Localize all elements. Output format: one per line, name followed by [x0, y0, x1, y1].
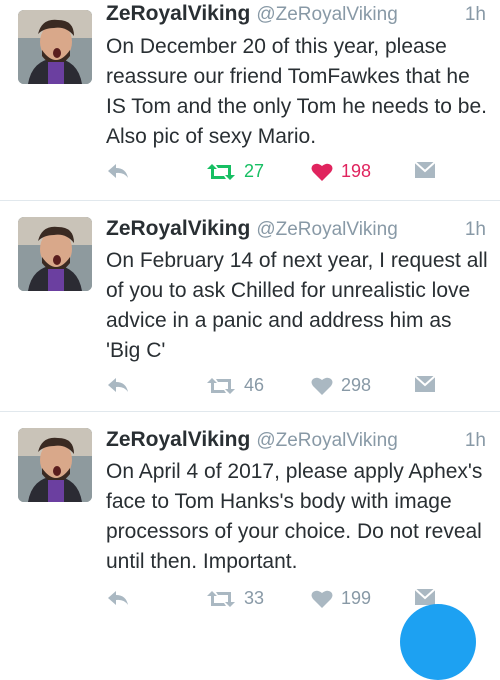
- retweet-button[interactable]: 27: [206, 161, 264, 182]
- direct-message-button[interactable]: [414, 375, 436, 393]
- timestamp: 1h: [464, 219, 486, 240]
- heart-icon: [311, 590, 333, 608]
- tweet-text: On April 4 of 2017, please apply Aphex's…: [106, 460, 483, 573]
- tweet-header: ZeRoyalViking @ZeRoyalViking 1h: [106, 215, 486, 245]
- retweet-button[interactable]: 46: [206, 375, 264, 396]
- retweet-icon: [207, 590, 235, 607]
- reply-button[interactable]: [106, 375, 130, 395]
- user-handle[interactable]: @ZeRoyalViking: [256, 219, 397, 240]
- like-button[interactable]: 199: [311, 588, 371, 609]
- retweet-count: 46: [244, 375, 265, 395]
- heart-icon: [311, 377, 333, 395]
- retweet-icon: [207, 163, 235, 180]
- tweet-actions: 27 198: [106, 161, 436, 189]
- retweet-button[interactable]: 33: [206, 588, 264, 609]
- avatar[interactable]: [18, 10, 92, 84]
- tweet-header: ZeRoyalViking @ZeRoyalViking 1h: [106, 0, 486, 30]
- retweet-count: 33: [244, 588, 265, 608]
- like-count: 198: [341, 161, 372, 181]
- tweet-header: ZeRoyalViking @ZeRoyalViking 1h: [106, 426, 486, 456]
- reply-button[interactable]: [106, 161, 130, 181]
- like-count: 298: [341, 375, 372, 395]
- user-handle[interactable]: @ZeRoyalViking: [256, 4, 397, 25]
- compose-tweet-button[interactable]: [400, 604, 476, 680]
- like-count: 199: [341, 588, 372, 608]
- reply-button[interactable]: [106, 588, 130, 608]
- tweet[interactable]: ZeRoyalViking @ZeRoyalViking 1h On Decemb…: [0, 0, 500, 201]
- tweet-actions: 33 199: [106, 588, 436, 616]
- tweet[interactable]: ZeRoyalViking @ZeRoyalViking 1h On April …: [0, 412, 500, 627]
- reply-icon: [108, 164, 128, 178]
- avatar[interactable]: [18, 428, 92, 502]
- direct-message-button[interactable]: [414, 161, 436, 179]
- reply-icon: [108, 378, 128, 392]
- timestamp: 1h: [464, 430, 486, 451]
- avatar-image: [18, 428, 92, 502]
- display-name[interactable]: ZeRoyalViking @ZeRoyalViking: [106, 217, 398, 241]
- envelope-icon: [414, 161, 436, 178]
- like-button[interactable]: 198: [311, 161, 371, 182]
- timestamp: 1h: [464, 4, 486, 25]
- envelope-icon: [414, 375, 436, 392]
- avatar-image: [18, 217, 92, 291]
- display-name[interactable]: ZeRoyalViking @ZeRoyalViking: [106, 2, 398, 26]
- tweet-actions: 46 298: [106, 375, 436, 403]
- tweet[interactable]: ZeRoyalViking @ZeRoyalViking 1h On Februa…: [0, 201, 500, 412]
- heart-icon: [311, 163, 333, 181]
- display-name[interactable]: ZeRoyalViking @ZeRoyalViking: [106, 428, 398, 452]
- user-handle[interactable]: @ZeRoyalViking: [256, 430, 397, 451]
- tweet-text: On December 20 of this year, please reas…: [106, 35, 487, 148]
- reply-icon: [108, 591, 128, 605]
- retweet-icon: [207, 377, 235, 394]
- like-button[interactable]: 298: [311, 375, 371, 396]
- avatar[interactable]: [18, 217, 92, 291]
- retweet-count: 27: [244, 161, 265, 181]
- avatar-image: [18, 10, 92, 84]
- tweet-text: On February 14 of next year, I request a…: [106, 249, 488, 362]
